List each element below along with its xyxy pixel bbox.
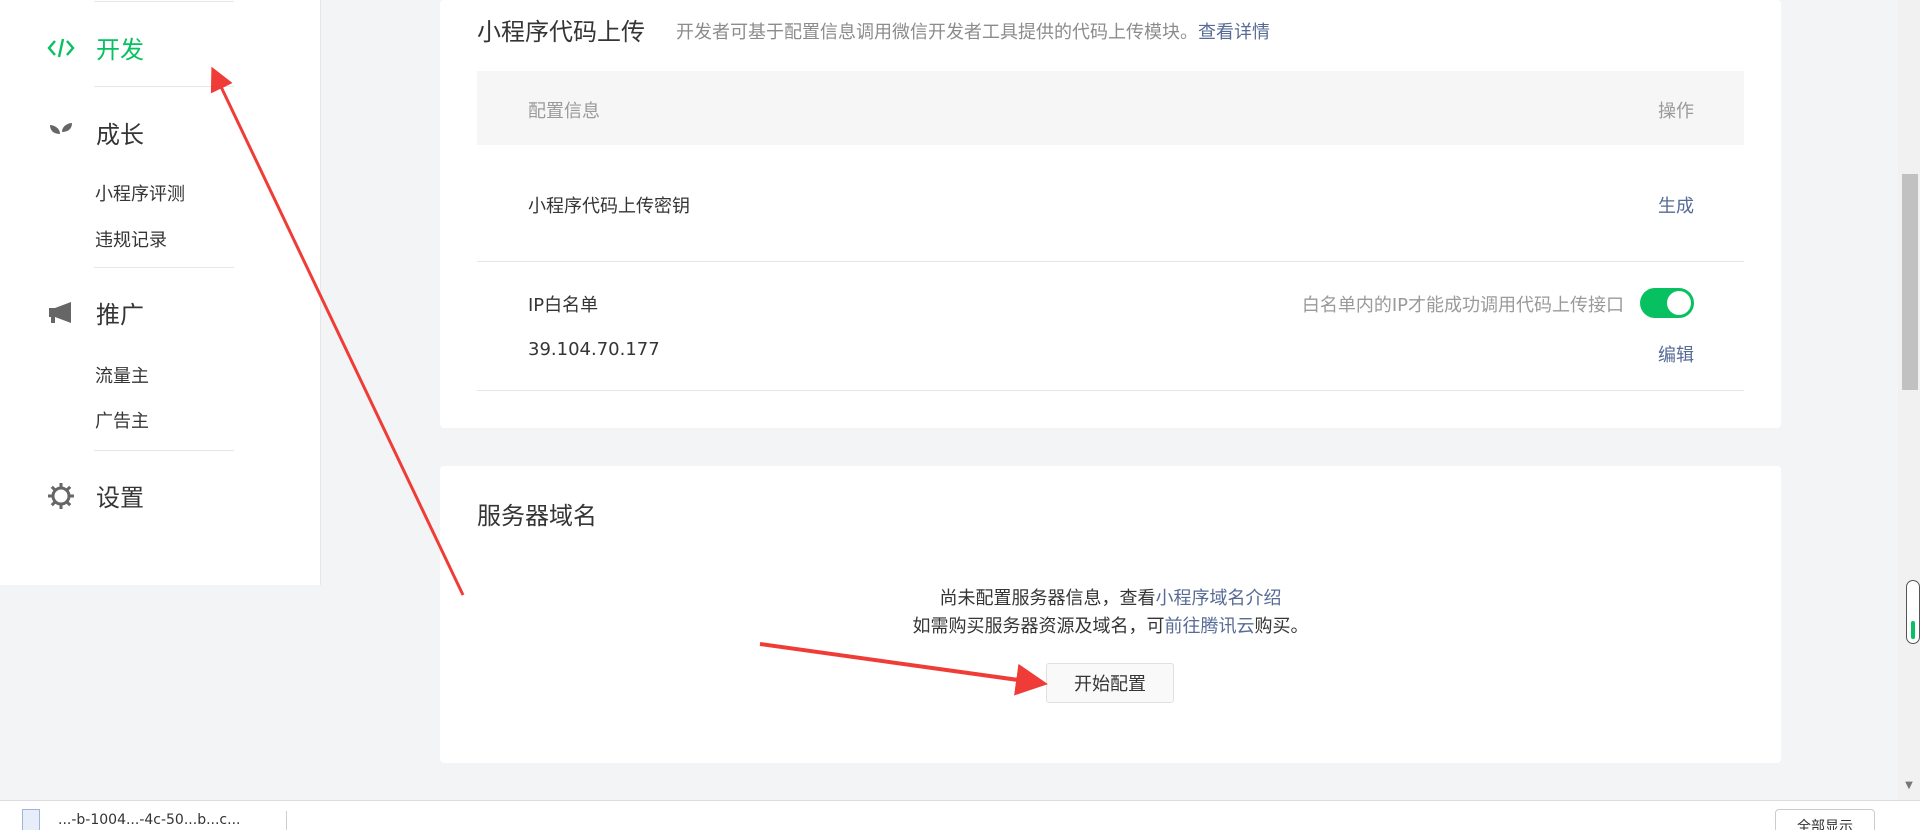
sidebar: 开发 成长 小程序评测 违规记录 推广 流量主 广告主 设置 [0, 0, 320, 585]
row-divider [477, 390, 1744, 391]
download-bar: ...-b-1004...-4c-50...b...c... 全部显示 [0, 800, 1920, 830]
download-item[interactable]: ...-b-1004...-4c-50...b...c... [22, 809, 240, 830]
file-icon [22, 809, 40, 830]
code-upload-panel: 小程序代码上传 开发者可基于配置信息调用微信开发者工具提供的代码上传模块。查看详… [440, 0, 1781, 428]
sidebar-border [320, 0, 321, 585]
row-divider [477, 261, 1744, 262]
nav-growth-label: 成长 [96, 121, 144, 149]
sprout-icon [46, 118, 76, 148]
code-upload-title: 小程序代码上传 [477, 18, 645, 46]
edit-ip-link[interactable]: 编辑 [1658, 341, 1694, 367]
generate-key-link[interactable]: 生成 [1658, 192, 1694, 218]
domain-intro-link[interactable]: 小程序域名介绍 [1156, 588, 1282, 609]
col-config: 配置信息 [528, 101, 600, 122]
scrollbar-track[interactable] [1898, 0, 1920, 800]
line1-text: 尚未配置服务器信息，查看 [939, 588, 1156, 609]
nav-promotion-label: 推广 [96, 301, 144, 329]
download-separator [286, 811, 287, 830]
code-icon [46, 33, 76, 63]
ip-whitelist-hint: 白名单内的IP才能成功调用代码上传接口 [1301, 295, 1624, 316]
nav-dev[interactable]: 开发 [46, 30, 144, 65]
server-domain-title: 服务器域名 [477, 502, 597, 530]
sidebar-divider [94, 450, 234, 451]
nav-settings-label: 设置 [96, 484, 144, 512]
server-empty-line2: 如需购买服务器资源及域名，可前往腾讯云购买。 [440, 612, 1781, 638]
nav-sub-advertiser[interactable]: 广告主 [95, 407, 149, 433]
nav-growth[interactable]: 成长 [46, 115, 144, 150]
line2-text: 如需购买服务器资源及域名，可 [912, 616, 1165, 637]
nav-sub-traffic-owner[interactable]: 流量主 [95, 362, 149, 388]
ip-whitelist-toggle[interactable] [1640, 288, 1694, 318]
code-upload-desc: 开发者可基于配置信息调用微信开发者工具提供的代码上传模块。查看详情 [676, 18, 1270, 44]
server-domain-panel: 服务器域名 尚未配置服务器信息，查看小程序域名介绍 如需购买服务器资源及域名，可… [440, 466, 1781, 763]
sidebar-divider [94, 86, 234, 87]
toggle-knob [1667, 291, 1691, 315]
nav-sub-review[interactable]: 小程序评测 [95, 180, 185, 206]
start-config-button[interactable]: 开始配置 [1046, 663, 1174, 703]
scrollbar-thumb[interactable] [1902, 174, 1918, 390]
scroll-down-icon[interactable]: ▼ [1900, 780, 1918, 794]
config-table-header: 配置信息 操作 [477, 71, 1744, 145]
sidebar-divider [94, 267, 234, 268]
gear-icon [46, 481, 76, 511]
ip-whitelist-label: IP白名单 [528, 295, 599, 316]
show-all-button[interactable]: 全部显示 [1775, 809, 1875, 830]
megaphone-icon [46, 298, 76, 328]
nav-dev-label: 开发 [96, 36, 144, 64]
server-empty-line1: 尚未配置服务器信息，查看小程序域名介绍 [440, 584, 1781, 610]
nav-sub-violations[interactable]: 违规记录 [95, 226, 167, 252]
sidebar-divider [94, 1, 234, 2]
tencent-cloud-link[interactable]: 前往腾讯云 [1165, 616, 1255, 637]
code-upload-desc-text: 开发者可基于配置信息调用微信开发者工具提供的代码上传模块。 [676, 22, 1198, 43]
nav-promotion[interactable]: 推广 [46, 295, 144, 330]
side-widget[interactable] [1906, 580, 1920, 644]
download-file-name: ...-b-1004...-4c-50...b...c... [58, 812, 241, 828]
line2-suffix: 购买。 [1254, 616, 1309, 637]
nav-settings[interactable]: 设置 [46, 478, 144, 513]
side-widget-bar [1911, 621, 1915, 639]
upload-key-label: 小程序代码上传密钥 [528, 196, 690, 217]
col-action: 操作 [1658, 101, 1694, 122]
ip-whitelist-value: 39.104.70.177 [528, 339, 660, 360]
view-details-link[interactable]: 查看详情 [1198, 22, 1270, 43]
